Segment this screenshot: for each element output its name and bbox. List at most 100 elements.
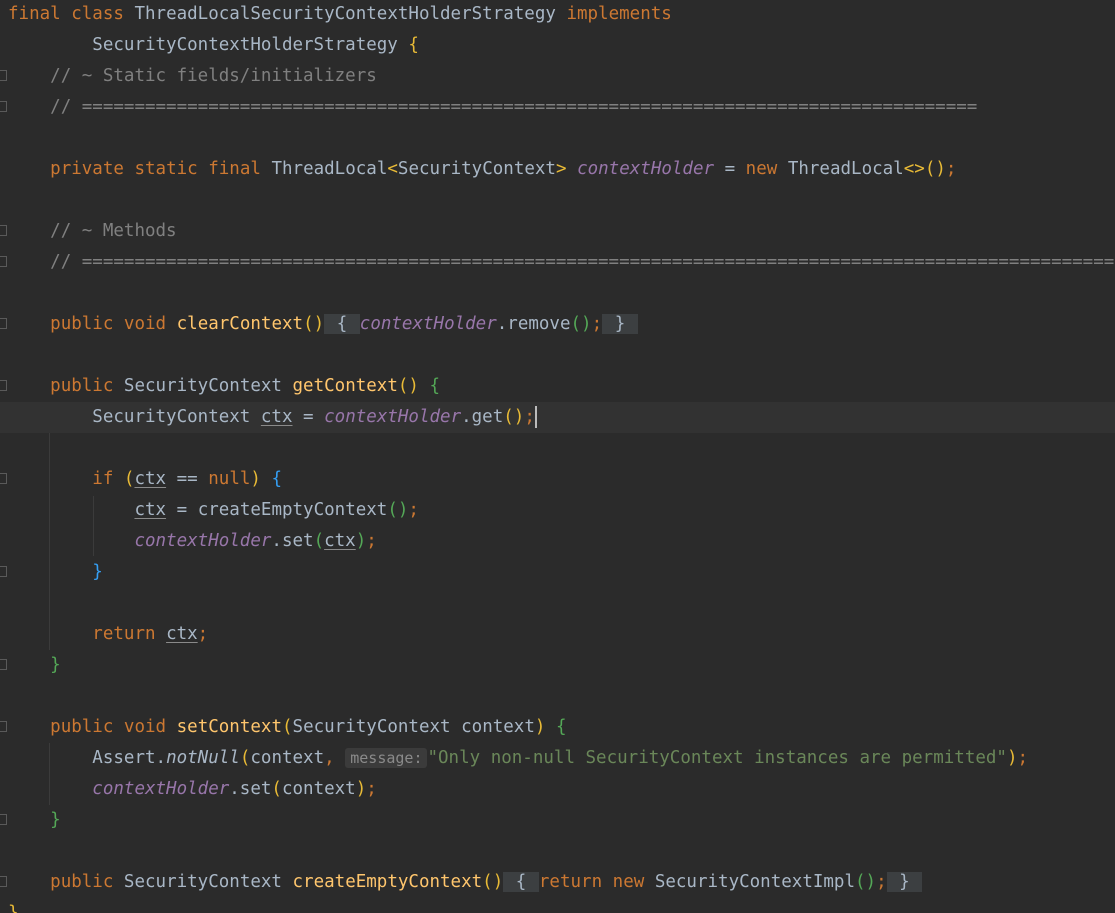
- code-line[interactable]: public SecurityContext getContext() {: [0, 371, 1115, 402]
- code-line[interactable]: // =====================================…: [0, 247, 1115, 278]
- semicolon: ;: [408, 500, 419, 520]
- keyword: public: [50, 314, 114, 334]
- brace: {: [408, 35, 419, 55]
- code-line[interactable]: contextHolder.set(context);: [0, 774, 1115, 805]
- keyword: new: [612, 872, 645, 892]
- operator: ==: [176, 469, 198, 489]
- paren: (: [313, 531, 325, 551]
- keyword: final: [208, 159, 261, 179]
- field-name: contextHolder: [134, 531, 272, 551]
- keyword: public: [50, 717, 114, 737]
- paren: ): [355, 779, 367, 799]
- brace: {: [271, 469, 283, 489]
- comment: // =====================================…: [50, 252, 1115, 272]
- variable: ctx: [134, 500, 167, 520]
- folded-region[interactable]: }: [602, 314, 638, 334]
- code-line[interactable]: }: [0, 557, 1115, 588]
- paren: (): [482, 872, 504, 892]
- semicolon: ;: [876, 872, 887, 892]
- brace: }: [92, 562, 103, 582]
- semicolon: ;: [366, 531, 377, 551]
- paren: (: [271, 779, 282, 799]
- paren: (): [303, 314, 325, 334]
- current-code-line[interactable]: SecurityContext ctx = contextHolder.get(…: [0, 402, 1115, 433]
- generic-bracket: <>: [903, 159, 925, 179]
- brace: }: [50, 655, 61, 675]
- parameter: context: [250, 748, 325, 768]
- code-line[interactable]: private static final ThreadLocal<Securit…: [0, 154, 1115, 185]
- code-line[interactable]: if (ctx == null) {: [0, 464, 1115, 495]
- paren: (): [855, 872, 877, 892]
- dot: .: [155, 748, 167, 768]
- code-line[interactable]: final class ThreadLocalSecurityContextHo…: [0, 0, 1115, 30]
- code-line[interactable]: public SecurityContext createEmptyContex…: [0, 867, 1115, 898]
- keyword: null: [208, 469, 251, 489]
- method-call: .set: [229, 779, 272, 799]
- method-name: setContext: [176, 717, 282, 737]
- type-name: SecurityContext: [397, 159, 556, 179]
- code-line[interactable]: public void setContext(SecurityContext c…: [0, 712, 1115, 743]
- code-line[interactable]: contextHolder.set(ctx);: [0, 526, 1115, 557]
- paren: ): [935, 159, 946, 179]
- semicolon: ;: [366, 779, 377, 799]
- semicolon: ;: [1017, 748, 1029, 768]
- code-line[interactable]: }: [0, 898, 1115, 913]
- method-name: clearContext: [176, 314, 304, 334]
- brace: {: [555, 717, 567, 737]
- folded-region[interactable]: }: [886, 872, 923, 892]
- keyword: class: [71, 4, 124, 24]
- type-name: SecurityContext: [292, 717, 451, 737]
- code-line[interactable]: // ~ Methods: [0, 216, 1115, 247]
- paren: (): [503, 407, 525, 427]
- paren: ): [534, 717, 546, 737]
- string-literal: "Only non-null SecurityContext instances…: [427, 748, 1007, 768]
- code-line[interactable]: // =====================================…: [0, 92, 1115, 123]
- code-line[interactable]: public void clearContext() { contextHold…: [0, 309, 1115, 340]
- code-line[interactable]: Assert.notNull(context, message: "Only no…: [0, 743, 1115, 774]
- keyword: if: [92, 469, 114, 489]
- keyword: private: [50, 159, 124, 179]
- comment: // ~ Static fields/initializers: [50, 66, 377, 86]
- generic-bracket: >: [555, 159, 567, 179]
- class-name: Assert: [92, 748, 156, 768]
- paren: (): [387, 500, 409, 520]
- interface-name: SecurityContextHolderStrategy: [92, 35, 398, 55]
- code-line[interactable]: }: [0, 650, 1115, 681]
- class-name: ThreadLocalSecurityContextHolderStrategy: [134, 4, 556, 24]
- folded-region[interactable]: {: [503, 872, 539, 892]
- semicolon: ;: [524, 407, 535, 427]
- brace: }: [8, 903, 19, 913]
- paren: (: [123, 469, 135, 489]
- method-call: notNull: [166, 748, 240, 768]
- paren: ): [250, 469, 261, 489]
- method-name: createEmptyContext: [292, 872, 483, 892]
- code-line[interactable]: return ctx;: [0, 619, 1115, 650]
- keyword: static: [134, 159, 198, 179]
- parameter: context: [461, 717, 535, 737]
- text-caret: [534, 406, 537, 428]
- paren: (: [924, 159, 936, 179]
- method-call: .get: [461, 407, 504, 427]
- code-line[interactable]: ctx = createEmptyContext();: [0, 495, 1115, 526]
- code-line[interactable]: SecurityContextHolderStrategy {: [0, 30, 1115, 61]
- field-name: contextHolder: [577, 159, 715, 179]
- keyword: public: [50, 376, 114, 396]
- keyword: return: [92, 624, 156, 644]
- code-line[interactable]: // ~ Static fields/initializers: [0, 61, 1115, 92]
- folded-region[interactable]: {: [324, 314, 360, 334]
- code-editor[interactable]: final class ThreadLocalSecurityContextHo…: [0, 0, 1115, 913]
- method-name: getContext: [292, 376, 398, 396]
- paren: (): [397, 376, 419, 396]
- semicolon: ;: [591, 314, 603, 334]
- parameter-hint: message:: [345, 748, 428, 768]
- keyword: void: [123, 314, 167, 334]
- type-name: ThreadLocal: [271, 159, 388, 179]
- keyword: new: [745, 159, 778, 179]
- paren: ): [1006, 748, 1018, 768]
- type-name: SecurityContextImpl: [654, 872, 855, 892]
- code-line[interactable]: }: [0, 805, 1115, 836]
- operator: =: [724, 159, 736, 179]
- operator: =: [176, 500, 188, 520]
- operator: =: [303, 407, 314, 427]
- generic-bracket: <: [387, 159, 398, 179]
